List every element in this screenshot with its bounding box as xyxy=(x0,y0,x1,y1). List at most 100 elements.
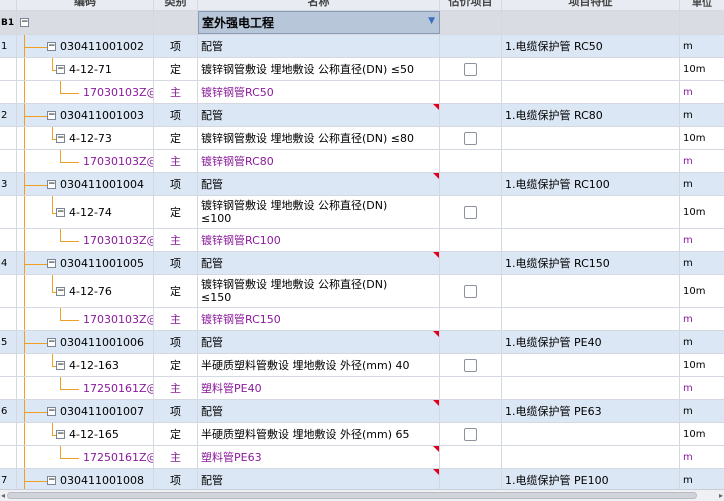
unit-cell[interactable]: 10m xyxy=(680,423,724,445)
quota-row[interactable]: −4-12-76 定镀锌钢管敷设 埋地敷设 公称直径(DN) ≤150 10m xyxy=(0,275,724,308)
type-cell[interactable]: 定 xyxy=(154,354,198,376)
estimate-cell[interactable] xyxy=(440,275,502,307)
material-row[interactable]: 17030103Z@4主镀锌钢管RC80 m xyxy=(0,150,724,173)
minus-box-icon[interactable]: − xyxy=(56,430,65,439)
code-cell[interactable]: 17250161Z@2 xyxy=(17,446,154,468)
name-cell[interactable]: 配管 xyxy=(198,104,440,126)
code-cell[interactable]: −030411001008 xyxy=(17,469,154,489)
header-type[interactable]: 类别 xyxy=(154,0,198,10)
estimate-cell[interactable] xyxy=(440,81,502,103)
dropdown-arrow-icon[interactable]: ▼ xyxy=(428,16,435,26)
type-cell[interactable]: 项 xyxy=(154,400,198,422)
type-cell[interactable]: 主 xyxy=(154,308,198,330)
estimate-cell[interactable] xyxy=(440,252,502,274)
code-cell[interactable]: 17030103Z@3 xyxy=(17,229,154,251)
estimate-checkbox[interactable] xyxy=(464,205,477,219)
list-item-row[interactable]: 6−030411001007 项配管 1.电缆保护管 PE63 m xyxy=(0,400,724,423)
name-cell[interactable]: 塑料管PE63 xyxy=(198,446,440,468)
feature-cell[interactable]: 1.电缆保护管 RC50 xyxy=(502,35,680,57)
name-cell[interactable]: 配管 xyxy=(198,35,440,57)
code-cell[interactable]: −030411001007 xyxy=(17,400,154,422)
name-cell[interactable]: 半硬质塑料管敷设 埋地敷设 外径(mm) 40 xyxy=(198,354,440,376)
code-cell[interactable]: 17030103Z@5 xyxy=(17,308,154,330)
unit-cell[interactable]: m xyxy=(680,308,724,330)
unit-cell[interactable]: 10m xyxy=(680,58,724,80)
quota-row[interactable]: −4-12-165 定半硬质塑料管敷设 埋地敷设 外径(mm) 65 10m xyxy=(0,423,724,446)
estimate-cell[interactable] xyxy=(440,354,502,376)
name-cell[interactable]: 配管 xyxy=(198,331,440,353)
name-cell[interactable]: 半硬质塑料管敷设 埋地敷设 外径(mm) 65 xyxy=(198,423,440,445)
type-cell[interactable]: 主 xyxy=(154,229,198,251)
feature-cell[interactable] xyxy=(502,275,680,307)
minus-box-icon[interactable]: − xyxy=(56,65,65,74)
material-row[interactable]: 17030103Z@5主镀锌钢管RC150 m xyxy=(0,308,724,331)
unit-cell[interactable]: 10m xyxy=(680,196,724,228)
feature-cell[interactable] xyxy=(502,229,680,251)
list-item-row[interactable]: 2−030411001003 项配管 1.电缆保护管 RC80 m xyxy=(0,104,724,127)
name-cell[interactable]: 镀锌钢管RC150 xyxy=(198,308,440,330)
feature-cell[interactable] xyxy=(502,58,680,80)
quota-row[interactable]: −4-12-74 定镀锌钢管敷设 埋地敷设 公称直径(DN) ≤100 10m xyxy=(0,196,724,229)
scroll-right-icon[interactable]: ▸ xyxy=(719,491,723,500)
unit-cell[interactable]: m xyxy=(680,400,724,422)
minus-box-icon[interactable]: − xyxy=(56,134,65,143)
code-cell[interactable]: 17030103Z@4 xyxy=(17,150,154,172)
code-cell[interactable]: −4-12-165 xyxy=(17,423,154,445)
group-row[interactable]: B1 − 室外强电工程 ▼ xyxy=(0,11,724,35)
feature-cell[interactable]: 1.电缆保护管 PE40 xyxy=(502,331,680,353)
code-cell[interactable]: −4-12-76 xyxy=(17,275,154,307)
code-cell[interactable]: −030411001002 xyxy=(17,35,154,57)
estimate-cell[interactable] xyxy=(440,331,502,353)
estimate-cell[interactable] xyxy=(440,127,502,149)
unit-cell[interactable]: m xyxy=(680,229,724,251)
feature-cell[interactable]: 1.电缆保护管 RC100 xyxy=(502,173,680,195)
type-cell[interactable]: 定 xyxy=(154,196,198,228)
name-cell[interactable]: 镀锌钢管敷设 埋地敷设 公称直径(DN) ≤50 xyxy=(198,58,440,80)
name-cell[interactable]: 镀锌钢管敷设 埋地敷设 公称直径(DN) ≤80 xyxy=(198,127,440,149)
code-cell[interactable]: −030411001006 xyxy=(17,331,154,353)
name-cell[interactable]: 配管 xyxy=(198,252,440,274)
material-row[interactable]: 17250161Z@1主塑料管PE40 m xyxy=(0,377,724,400)
type-cell[interactable]: 项 xyxy=(154,173,198,195)
list-item-row[interactable]: 7−030411001008 项配管 1.电缆保护管 PE100 m xyxy=(0,469,724,489)
unit-cell[interactable]: m xyxy=(680,81,724,103)
scroll-left-icon[interactable]: ◂ xyxy=(1,491,5,500)
material-row[interactable]: 17030103Z@2主镀锌钢管RC50 m xyxy=(0,81,724,104)
type-cell[interactable]: 定 xyxy=(154,58,198,80)
feature-cell[interactable] xyxy=(502,446,680,468)
feature-cell[interactable]: 1.电缆保护管 RC150 xyxy=(502,252,680,274)
header-code[interactable]: 编码 xyxy=(17,0,154,10)
group-name-cell[interactable]: 室外强电工程 ▼ xyxy=(198,11,440,34)
feature-cell[interactable]: 1.电缆保护管 RC80 xyxy=(502,104,680,126)
list-item-row[interactable]: 3−030411001004 项配管 1.电缆保护管 RC100 m xyxy=(0,173,724,196)
minus-box-icon[interactable]: − xyxy=(47,180,56,189)
type-cell[interactable]: 主 xyxy=(154,81,198,103)
estimate-cell[interactable] xyxy=(440,400,502,422)
name-cell[interactable]: 镀锌钢管RC100 xyxy=(198,229,440,251)
unit-cell[interactable]: m xyxy=(680,469,724,489)
header-estimate[interactable]: 估价项目 xyxy=(440,0,502,10)
estimate-cell[interactable] xyxy=(440,469,502,489)
estimate-cell[interactable] xyxy=(440,196,502,228)
name-cell[interactable]: 配管 xyxy=(198,469,440,489)
unit-cell[interactable]: m xyxy=(680,35,724,57)
estimate-checkbox[interactable] xyxy=(464,131,477,145)
estimate-cell[interactable] xyxy=(440,229,502,251)
name-cell[interactable]: 配管 xyxy=(198,400,440,422)
type-cell[interactable]: 主 xyxy=(154,446,198,468)
minus-box-icon[interactable]: − xyxy=(47,42,56,51)
type-cell[interactable]: 项 xyxy=(154,469,198,489)
feature-cell[interactable] xyxy=(502,150,680,172)
list-item-row[interactable]: 5−030411001006 项配管 1.电缆保护管 PE40 m xyxy=(0,331,724,354)
name-cell[interactable]: 镀锌钢管RC50 xyxy=(198,81,440,103)
unit-cell[interactable]: m xyxy=(680,104,724,126)
feature-cell[interactable] xyxy=(502,308,680,330)
list-item-row[interactable]: 4−030411001005 项配管 1.电缆保护管 RC150 m xyxy=(0,252,724,275)
unit-cell[interactable]: m xyxy=(680,173,724,195)
code-cell[interactable]: −4-12-73 xyxy=(17,127,154,149)
scrollbar-thumb[interactable] xyxy=(7,492,697,499)
list-item-row[interactable]: 1−030411001002 项配管 1.电缆保护管 RC50 m xyxy=(0,35,724,58)
unit-cell[interactable]: m xyxy=(680,331,724,353)
type-cell[interactable]: 主 xyxy=(154,150,198,172)
type-cell[interactable]: 项 xyxy=(154,252,198,274)
